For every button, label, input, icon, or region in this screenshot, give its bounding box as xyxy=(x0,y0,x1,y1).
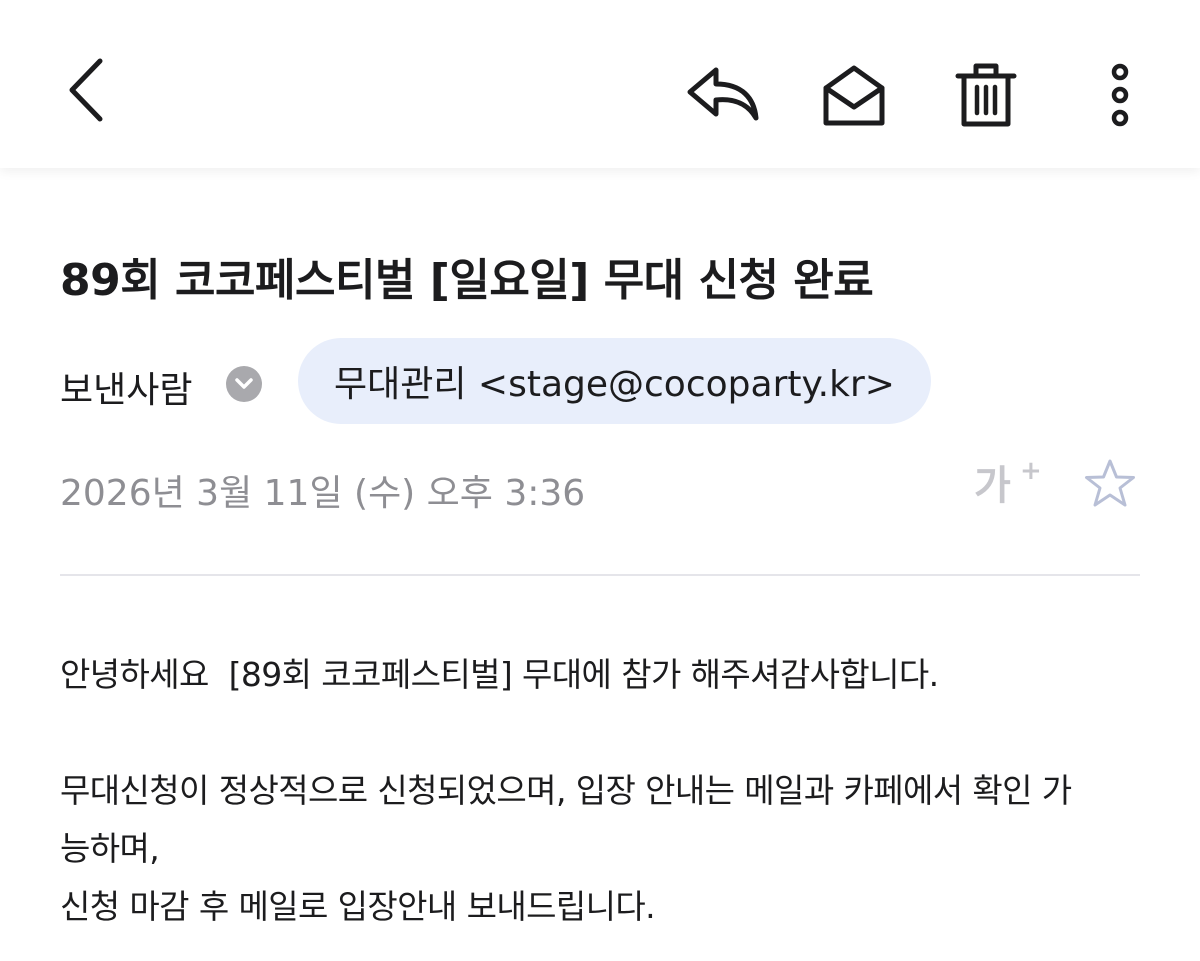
body-spacer xyxy=(60,704,1145,762)
toolbar xyxy=(0,0,1200,168)
font-size-plus: + xyxy=(1020,456,1042,486)
font-size-icon: 가 xyxy=(974,463,1011,509)
email-body: 안녕하세요 [89회 코코페스티벌] 무대에 참가 해주셔감사합니다. 무대신청… xyxy=(60,646,1145,936)
email-view: 89회 코코페스티벌 [일요일] 무대 신청 완료 보낸사람 무대관리 <sta… xyxy=(0,0,1200,961)
body-line: 안녕하세요 [89회 코코페스티벌] 무대에 참가 해주셔감사합니다. xyxy=(60,655,939,694)
body-line: 무대신청이 정상적으로 신청되었으며, 입장 안내는 메일과 카페에서 확인 가 xyxy=(60,771,1072,810)
chevron-left-icon xyxy=(69,58,103,122)
envelope-open-icon xyxy=(823,65,885,126)
email-date: 2026년 3월 11일 (수) 오후 3:36 xyxy=(60,473,586,514)
more-vertical-icon xyxy=(1111,63,1129,127)
star-icon xyxy=(1085,459,1135,507)
reply-button[interactable] xyxy=(676,55,768,135)
body-line: 신청 마감 후 메일로 입장안내 보내드립니다. xyxy=(60,887,656,926)
email-subject: 89회 코코페스티벌 [일요일] 무대 신청 완료 xyxy=(60,255,874,306)
sender-expand-button[interactable] xyxy=(226,366,262,402)
back-button[interactable] xyxy=(50,50,120,130)
sender-chip[interactable]: 무대관리 <stage@cocoparty.kr> xyxy=(298,338,931,424)
star-button[interactable] xyxy=(1082,458,1142,518)
chevron-down-icon xyxy=(235,378,253,389)
sender-label: 보낸사람 xyxy=(60,370,193,411)
font-size-button[interactable]: 가 + xyxy=(972,458,1044,514)
reply-icon xyxy=(687,67,759,121)
body-line: 능하며, xyxy=(60,829,160,868)
divider xyxy=(60,574,1140,576)
trash-icon xyxy=(955,63,1017,127)
mark-unread-button[interactable] xyxy=(812,55,896,135)
more-options-button[interactable] xyxy=(1090,55,1150,135)
delete-button[interactable] xyxy=(946,55,1026,135)
